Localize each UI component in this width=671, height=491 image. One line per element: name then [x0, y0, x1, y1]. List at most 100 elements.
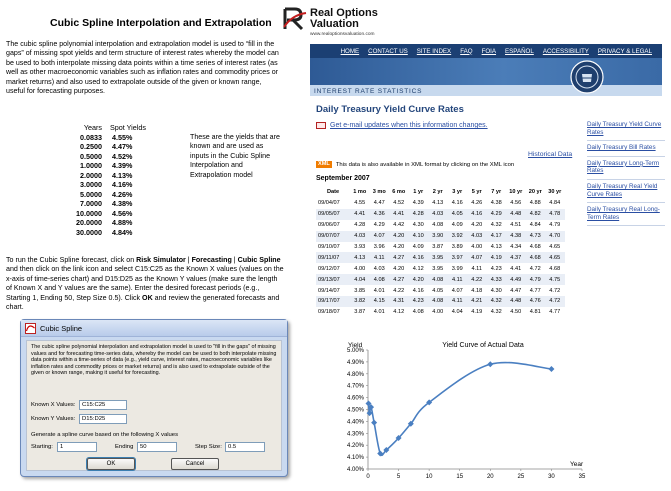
treasury-yield-table: Date 1 mo 3 mo 6 mo 1 yr 2 yr 3 yr 5 yr 7 yr 10 y… — [316, 185, 565, 318]
x-tick-label: 30 — [548, 474, 555, 478]
table-cell: 4.79 — [525, 274, 545, 286]
table-cell: 4.08 — [412, 309, 424, 316]
table-cell: 4.22 — [467, 274, 487, 286]
nav-link-privacy-legal[interactable]: PRIVACY & LEGAL — [598, 48, 652, 55]
table-cell: 4.81 — [529, 309, 541, 316]
table-cell: 4.27 — [389, 274, 409, 286]
historical-data-link[interactable]: Historical Data — [528, 151, 572, 158]
ending-input[interactable] — [137, 442, 177, 452]
y-tick-label: 4.10% — [347, 455, 365, 461]
ok-button[interactable]: OK — [87, 458, 135, 470]
table-cell: 4.84 — [549, 200, 561, 207]
table-cell: 4.65 — [545, 252, 565, 264]
x-tick-label: 20 — [487, 474, 494, 478]
table-cell: 3.90 — [428, 230, 448, 242]
table-cell: 4.01 — [373, 287, 385, 294]
known-y-input[interactable] — [79, 414, 127, 424]
nav-link-faq[interactable]: FAQ — [460, 48, 472, 55]
dialog-body: The cubic spline polynomial interpolatio… — [26, 340, 282, 471]
table-cell: 4.20 — [393, 244, 405, 250]
step-size-input[interactable] — [225, 442, 265, 452]
xml-note: This data is also available in XML forma… — [335, 161, 515, 168]
xml-icon[interactable]: XML — [316, 161, 332, 168]
table-cell: 4.11 — [471, 265, 482, 272]
table-cell: 4.48 — [506, 296, 526, 307]
table-row: 09/05/07 4.41 4.36 4.41 4.28 4.03 4.05 4.16 4.29… — [316, 208, 565, 220]
sidebar-link[interactable]: Daily Treasury Long-Term Rates — [587, 160, 665, 180]
table-cell: 3.89 — [451, 244, 463, 250]
nav-link-español[interactable]: ESPAÑOL — [505, 48, 534, 55]
spot-yield-row: 1.0000 4.39% — [60, 161, 154, 171]
sidebar-link[interactable]: Daily Treasury Yield Curve Rates — [587, 121, 665, 142]
table-cell: 4.18 — [471, 287, 483, 294]
years-value: 20.0000 — [76, 218, 102, 227]
email-updates-link[interactable]: Get e-mail updates when this information… — [330, 122, 488, 129]
table-header-cell: 1 mo — [353, 188, 367, 195]
table-cell: 4.20 — [408, 274, 428, 286]
nav-link-contact-us[interactable]: CONTACT US — [368, 48, 408, 55]
rates-sidebar: Daily Treasury Yield Curve Rates Daily Tr… — [587, 121, 665, 229]
email-updates-row: Get e-mail updates when this information… — [316, 122, 488, 129]
envelope-icon[interactable] — [316, 122, 326, 129]
table-cell: 4.09 — [412, 244, 424, 250]
spot-yield-value: 4.84% — [112, 227, 133, 237]
cancel-button[interactable]: Cancel — [171, 458, 219, 470]
company-logo[interactable]: Real Options Valuation www.realoptionsva… — [282, 3, 388, 39]
table-cell: 4.72 — [545, 296, 565, 307]
years-value: 2.0000 — [80, 170, 102, 180]
table-cell: 4.38 — [490, 200, 502, 207]
y-tick-label: 4.80% — [347, 372, 365, 378]
table-cell: 4.49 — [506, 274, 526, 286]
cubic-spline-dialog: Cubic Spline The cubic spline polynomial… — [20, 319, 288, 477]
nav-link-accessibility[interactable]: ACCESSIBILITY — [543, 48, 589, 55]
known-x-input[interactable] — [79, 400, 127, 410]
sidebar-link[interactable]: Daily Treasury Real Long-Term Rates — [587, 206, 665, 227]
table-cell: 4.23 — [490, 265, 502, 272]
spot-yield-row: 3.0000 4.16% — [60, 180, 154, 190]
table-row: 09/12/07 4.00 4.03 4.20 4.12 3.95 3.99 4.11 4.23… — [316, 263, 565, 274]
instructions-ok: OK — [142, 293, 153, 302]
table-cell: 3.95 — [432, 265, 444, 272]
table-cell: 4.68 — [529, 244, 541, 250]
table-cell: 4.30 — [412, 222, 424, 229]
spot-yield-row: 0.5000 4.52% — [60, 152, 154, 162]
table-date-cell: 09/11/07 — [316, 252, 350, 264]
dialog-titlebar[interactable]: Cubic Spline — [21, 320, 287, 337]
table-cell: 4.20 — [471, 222, 483, 229]
table-date-cell: 09/04/07 — [318, 200, 340, 207]
table-cell: 4.16 — [412, 287, 424, 294]
spot-yield-row: 20.0000 4.88% — [60, 218, 154, 228]
table-cell: 4.65 — [549, 244, 561, 250]
table-cell: 4.47 — [373, 200, 385, 207]
table-cell: 4.07 — [369, 230, 389, 242]
chart-title: Yield Curve of Actual Data — [442, 342, 524, 349]
table-cell: 4.19 — [486, 252, 506, 264]
starting-input[interactable] — [57, 442, 97, 452]
table-cell: 4.37 — [506, 252, 526, 264]
years-value: 30.0000 — [76, 227, 102, 237]
treasury-banner: INTEREST RATE STATISTICS — [310, 58, 662, 96]
sidebar-link[interactable]: Daily Treasury Bill Rates — [587, 144, 665, 157]
spot-yield-row: 7.0000 4.38% — [60, 199, 154, 209]
table-cell: 4.15 — [369, 296, 389, 307]
table-row: 09/14/07 3.85 4.01 4.22 4.16 4.05 4.07 4.18 4.30… — [316, 285, 565, 296]
table-cell: 4.03 — [467, 230, 487, 242]
spot-yield-value: 4.39% — [112, 161, 133, 170]
table-cell: 4.76 — [525, 296, 545, 307]
x-tick-label: 15 — [456, 474, 463, 478]
table-cell: 4.11 — [447, 296, 467, 307]
table-cell: 4.00 — [432, 309, 444, 316]
table-cell: 4.01 — [373, 309, 385, 316]
table-row: 09/18/07 3.87 4.01 4.12 4.08 4.00 4.04 4.19 4.32… — [316, 307, 565, 318]
nav-link-home[interactable]: HOME — [341, 48, 360, 55]
table-cell: 4.23 — [408, 296, 428, 307]
table-cell: 4.39 — [412, 200, 424, 207]
table-cell: 4.08 — [369, 274, 389, 286]
spot-yield-value: 4.88% — [112, 218, 133, 227]
starting-label: Starting: — [31, 444, 53, 450]
y-tick-label: 4.90% — [347, 360, 365, 366]
sidebar-link[interactable]: Daily Treasury Real Yield Curve Rates — [587, 183, 665, 204]
nav-link-foia[interactable]: FOIA — [482, 48, 496, 55]
table-header-cell: 7 yr — [491, 188, 502, 195]
nav-link-site-index[interactable]: SITE INDEX — [417, 48, 451, 55]
